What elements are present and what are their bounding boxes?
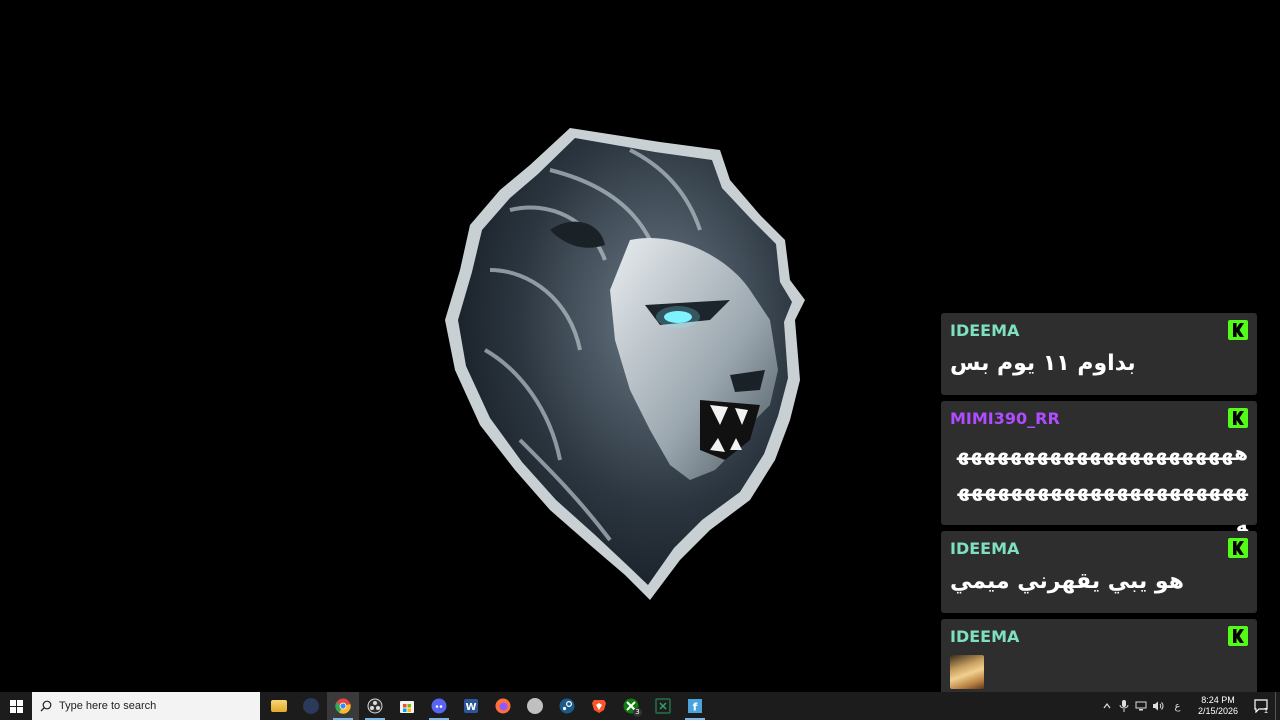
taskbar-app-steam[interactable] xyxy=(551,692,583,720)
microphone-icon[interactable] xyxy=(1116,692,1132,720)
firefox-icon xyxy=(495,698,511,714)
word-icon: W xyxy=(464,699,478,713)
file-explorer-icon xyxy=(271,700,287,712)
svg-text:W: W xyxy=(465,702,476,713)
taskbar-apps: W 3 f xyxy=(263,692,711,720)
brave-icon xyxy=(592,700,606,713)
lion-logo xyxy=(445,128,805,600)
kick-icon xyxy=(1228,408,1248,428)
excel-icon xyxy=(655,698,671,714)
clock[interactable]: 8:24 PM 2/15/2026 xyxy=(1193,695,1243,717)
taskbar-app-xbox[interactable]: 3 xyxy=(615,692,647,720)
notification-count: 1 xyxy=(1263,707,1269,715)
kick-icon xyxy=(1228,320,1248,340)
taskbar-app-firefox[interactable] xyxy=(487,692,519,720)
windows-icon xyxy=(9,699,23,713)
steam-icon xyxy=(559,698,575,714)
taskbar-app-obs[interactable] xyxy=(359,692,391,720)
taskbar-app-brave[interactable] xyxy=(583,692,615,720)
chat-message: IDEEMA بداوم ١١ يوم بس xyxy=(941,313,1257,395)
network-icon[interactable] xyxy=(1133,692,1149,720)
taskbar-app-rocket[interactable] xyxy=(519,692,551,720)
taskbar-app-chrome[interactable] xyxy=(327,692,359,720)
language-indicator[interactable]: ع xyxy=(1167,692,1189,720)
system-tray: ع 8:24 PM 2/15/2026 1 xyxy=(1098,692,1280,720)
notification-center-button[interactable]: 1 xyxy=(1247,692,1275,720)
taskbar-app-fb[interactable]: f xyxy=(679,692,711,720)
discord-like-app-icon xyxy=(303,698,319,714)
chat-username: MIMI390_RR xyxy=(950,409,1060,428)
taskbar: Type here to search W 3 f ع 8:24 PM 2/15… xyxy=(0,692,1280,720)
search-icon xyxy=(40,700,52,712)
obs-icon xyxy=(367,698,383,714)
kick-icon xyxy=(1228,538,1248,558)
chat-message: IDEEMA xyxy=(941,619,1257,697)
rocket-app-icon xyxy=(527,698,543,714)
chat-message: MIMI390_RR ههههههههههههههههههههههههههههه… xyxy=(941,401,1257,537)
taskbar-app-robot[interactable] xyxy=(295,692,327,720)
show-desktop-button[interactable] xyxy=(1275,692,1280,720)
volume-icon[interactable] xyxy=(1150,692,1166,720)
start-button[interactable] xyxy=(0,692,32,720)
taskbar-search-box[interactable]: Type here to search xyxy=(32,692,260,720)
taskbar-app-word[interactable]: W xyxy=(455,692,487,720)
chat-username: IDEEMA xyxy=(950,627,1020,646)
chat-message: IDEEMA هو يبي يقهرني ميمي xyxy=(941,531,1257,613)
taskbar-app-excel[interactable] xyxy=(647,692,679,720)
kick-icon xyxy=(1228,626,1248,646)
fb-app-icon: f xyxy=(688,699,702,714)
taskbar-app-file-explorer[interactable] xyxy=(263,692,295,720)
discord-icon xyxy=(431,698,447,714)
clock-date: 2/15/2026 xyxy=(1197,706,1239,716)
xbox-badge: 3 xyxy=(633,708,642,717)
chrome-icon xyxy=(335,698,351,714)
taskbar-app-discord[interactable] xyxy=(423,692,455,720)
microsoft-store-icon xyxy=(400,701,414,713)
taskbar-app-store[interactable] xyxy=(391,692,423,720)
chat-username: IDEEMA xyxy=(950,321,1020,340)
search-placeholder: Type here to search xyxy=(59,700,157,712)
chat-message-text: بداوم ١١ يوم بس xyxy=(950,351,1136,376)
svg-text:f: f xyxy=(693,701,698,714)
baby-emote xyxy=(950,655,984,689)
chat-message-text: هههههههههههههههههههههههههههههههههههههههه… xyxy=(956,441,1248,537)
chat-overlay: IDEEMA بداوم ١١ يوم بس MIMI390_RR هههههه… xyxy=(941,313,1257,703)
chevron-up-icon[interactable] xyxy=(1099,692,1115,720)
clock-time: 8:24 PM xyxy=(1201,695,1235,705)
chat-message-text: هو يبي يقهرني ميمي xyxy=(950,569,1184,594)
chat-username: IDEEMA xyxy=(950,539,1020,558)
